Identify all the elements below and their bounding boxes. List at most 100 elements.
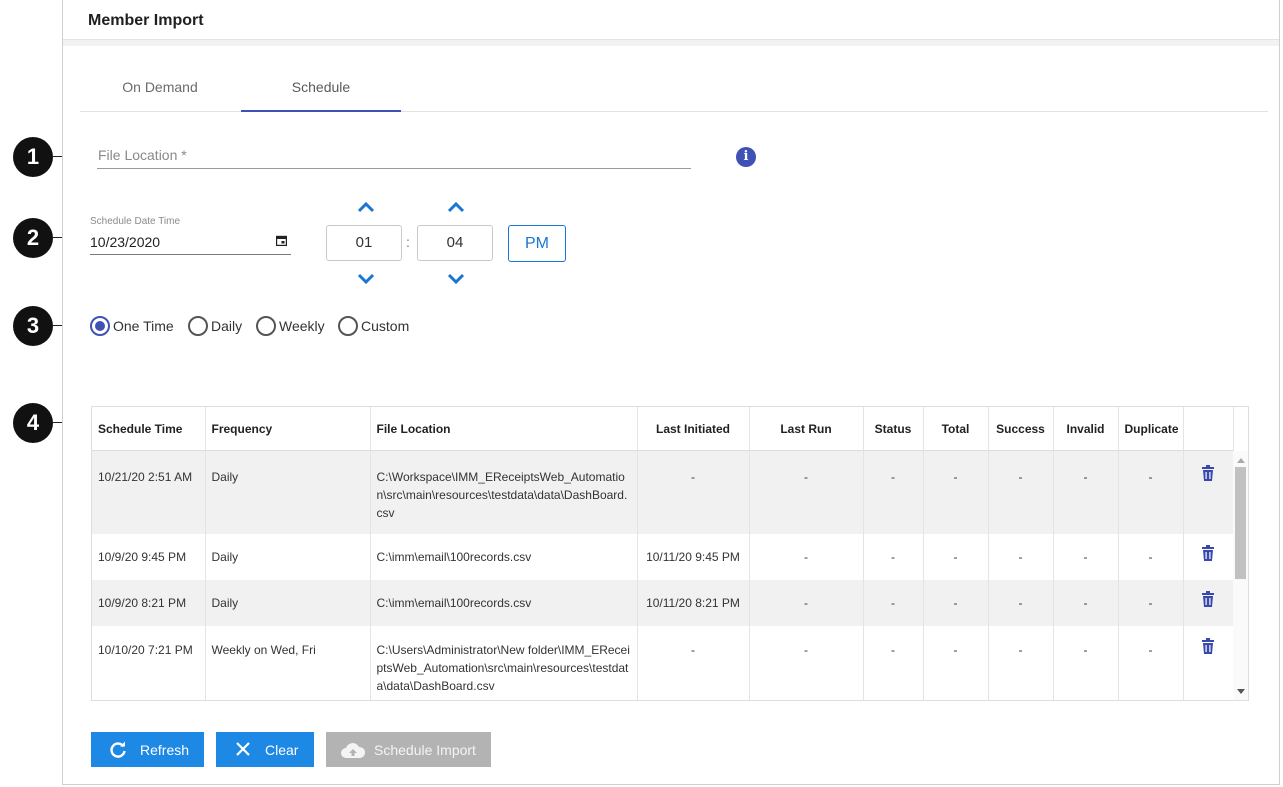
cell-last-run: - — [749, 450, 864, 534]
table-scrollbar[interactable] — [1233, 451, 1248, 700]
cell-frequency: Daily — [205, 579, 371, 626]
cell-file-location: C:\imm\email\100records.csv — [370, 579, 638, 626]
file-location-field[interactable]: File Location * — [97, 140, 691, 169]
cell-total: - — [923, 533, 989, 580]
cell-actions — [1183, 534, 1233, 580]
cell-duplicate: - — [1118, 450, 1184, 534]
radio-label: Daily — [211, 318, 243, 334]
hour-down-chevron-icon[interactable] — [356, 272, 376, 286]
minute-down-chevron-icon[interactable] — [446, 272, 466, 286]
radio-ring — [338, 316, 358, 336]
cell-frequency: Weekly on Wed, Fri — [205, 625, 371, 700]
scroll-up-arrow-icon[interactable] — [1237, 458, 1245, 463]
cell-success: - — [988, 579, 1054, 626]
scroll-thumb[interactable] — [1235, 467, 1246, 579]
table-header-row: Schedule Time Frequency File Location La… — [92, 407, 1234, 451]
column-header[interactable]: Status — [863, 407, 924, 451]
delete-icon[interactable] — [1201, 544, 1215, 561]
table-row: 10/9/20 9:45 PM Daily C:\imm\email\100re… — [92, 533, 1233, 580]
column-header[interactable]: Duplicate — [1118, 407, 1184, 451]
cell-last-run: - — [749, 579, 864, 626]
cell-duplicate: - — [1118, 579, 1184, 626]
time-separator: : — [406, 234, 410, 250]
cell-status: - — [863, 450, 924, 534]
cell-schedule-time: 10/9/20 8:21 PM — [92, 579, 206, 626]
header-divider — [63, 40, 1279, 46]
cell-schedule-time: 10/21/20 2:51 AM — [92, 450, 206, 534]
cell-total: - — [923, 579, 989, 626]
column-header[interactable]: Last Run — [749, 407, 864, 451]
table-row: 10/10/20 7:21 PM Weekly on Wed, Fri C:\U… — [92, 625, 1233, 700]
cell-total: - — [923, 450, 989, 534]
schedule-import-label: Schedule Import — [374, 742, 476, 758]
column-header[interactable]: Success — [988, 407, 1054, 451]
cell-last-initiated: 10/11/20 9:45 PM — [637, 533, 750, 580]
cell-last-initiated: - — [637, 625, 750, 700]
clear-label: Clear — [265, 742, 299, 758]
info-icon[interactable]: i — [736, 147, 756, 167]
table-row: 10/21/20 2:51 AM Daily C:\Workspace\IMM_… — [92, 450, 1233, 534]
hour-input[interactable]: 01 — [326, 225, 402, 261]
cell-frequency: Daily — [205, 533, 371, 580]
cell-actions — [1183, 450, 1233, 534]
cell-actions — [1183, 579, 1233, 626]
cloud-upload-icon — [341, 743, 366, 758]
radio-ring — [188, 316, 208, 336]
callout-4: 4 — [13, 403, 53, 443]
cell-file-location: C:\Users\Administrator\New folder\IMM_ER… — [370, 625, 638, 700]
cell-invalid: - — [1053, 625, 1119, 700]
cell-schedule-time: 10/10/20 7:21 PM — [92, 625, 206, 700]
radio-label: One Time — [113, 318, 174, 334]
cell-status: - — [863, 533, 924, 580]
cell-success: - — [988, 533, 1054, 580]
column-header[interactable]: Frequency — [205, 407, 371, 451]
cell-status: - — [863, 579, 924, 626]
column-header[interactable]: File Location — [370, 407, 638, 451]
cell-invalid: - — [1053, 450, 1119, 534]
callout-3: 3 — [13, 306, 53, 346]
cell-frequency: Daily — [205, 450, 371, 534]
cell-last-initiated: 10/11/20 8:21 PM — [637, 579, 750, 626]
cell-duplicate: - — [1118, 625, 1184, 700]
refresh-icon — [110, 741, 126, 758]
close-icon — [236, 742, 250, 756]
tab-on-demand[interactable]: On Demand — [80, 66, 240, 110]
column-header[interactable]: Invalid — [1053, 407, 1119, 451]
clear-button[interactable]: Clear — [216, 732, 314, 767]
column-header[interactable]: Schedule Time — [92, 407, 206, 451]
minute-input[interactable]: 04 — [417, 225, 493, 261]
schedule-import-button[interactable]: Schedule Import — [326, 732, 491, 767]
table-row: 10/9/20 8:21 PM Daily C:\imm\email\100re… — [92, 579, 1233, 626]
cell-last-run: - — [749, 625, 864, 700]
cell-status: - — [863, 625, 924, 700]
tab-schedule[interactable]: Schedule — [241, 66, 401, 112]
refresh-button[interactable]: Refresh — [91, 732, 204, 767]
column-header[interactable]: Last Initiated — [637, 407, 750, 451]
ampm-toggle-button[interactable]: PM — [508, 225, 566, 262]
refresh-label: Refresh — [140, 742, 190, 758]
schedule-table-grid: Schedule Time Frequency File Location La… — [92, 407, 1234, 700]
delete-icon[interactable] — [1201, 465, 1215, 481]
schedule-date-label: Schedule Date Time — [90, 216, 181, 227]
cell-schedule-time: 10/9/20 9:45 PM — [92, 533, 206, 580]
calendar-icon[interactable] — [276, 235, 287, 246]
page-title: Member Import — [88, 12, 204, 29]
cell-last-run: - — [749, 533, 864, 580]
scroll-down-arrow-icon[interactable] — [1237, 689, 1245, 694]
callout-2: 2 — [13, 218, 53, 258]
delete-icon[interactable] — [1201, 637, 1215, 654]
file-location-placeholder: File Location * — [98, 147, 187, 163]
cell-file-location: C:\imm\email\100records.csv — [370, 533, 638, 580]
radio-label: Custom — [361, 318, 410, 334]
panel-header: Member Import — [63, 0, 1279, 40]
tab-bar: On Demand Schedule — [80, 66, 1268, 112]
cell-duplicate: - — [1118, 533, 1184, 580]
schedule-date-input[interactable]: 10/23/2020 — [90, 232, 291, 255]
cell-invalid: - — [1053, 579, 1119, 626]
minute-up-chevron-icon[interactable] — [446, 200, 466, 214]
delete-icon[interactable] — [1201, 590, 1215, 607]
hour-up-chevron-icon[interactable] — [356, 200, 376, 214]
cell-total: - — [923, 625, 989, 700]
cell-file-location: C:\Workspace\IMM_EReceiptsWeb_Automation… — [370, 450, 638, 534]
column-header[interactable]: Total — [923, 407, 989, 451]
